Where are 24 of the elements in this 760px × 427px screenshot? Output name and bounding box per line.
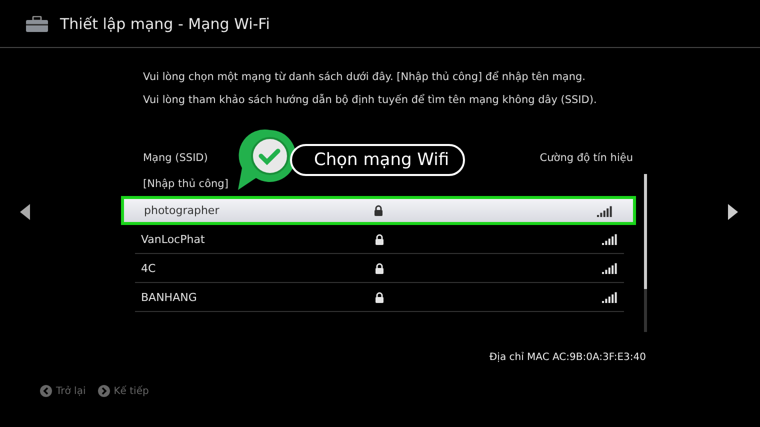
left-arrow-icon[interactable] <box>20 204 30 220</box>
mac-address: Địa chỉ MAC AC:9B:0A:3F:E3:40 <box>489 352 646 363</box>
network-row[interactable]: 4C <box>135 254 624 283</box>
network-name: BANHANG <box>141 290 198 304</box>
network-name: 4C <box>141 262 157 274</box>
instruction-text: Vui lòng chọn một mạng từ danh sách dưới đây. [Nhập thủ công] để nhập tên mạng. <box>143 70 587 85</box>
manual-entry-item[interactable]: [Nhập thủ công] <box>143 178 228 190</box>
window-title: Thiết lập mạng - Mạng Wi-Fi <box>60 14 270 32</box>
network-row[interactable]: BANHANG <box>135 283 624 312</box>
network-name: VanLocPhat <box>141 232 206 246</box>
signal-icon <box>602 262 618 274</box>
column-header: Cường độ tín hiệu <box>540 152 633 164</box>
signal-icon <box>602 291 618 303</box>
network-name: photographer <box>144 204 220 217</box>
scrollbar[interactable] <box>644 174 647 332</box>
callout-label: Chọn mạng Wifi <box>290 144 466 176</box>
column-header: Mạng (SSID) <box>143 152 208 164</box>
right-arrow-icon[interactable] <box>728 204 738 220</box>
signal-icon <box>597 204 613 216</box>
network-row[interactable]: photographer <box>121 196 636 225</box>
signal-icon <box>602 233 618 245</box>
toolbox-icon <box>26 16 48 32</box>
network-row[interactable]: VanLocPhat <box>135 225 624 254</box>
instruction-text: Vui lòng tham khảo sách hướng dẫn bộ định tuyến để tìm tên mạng không dây (SSID). <box>143 92 598 108</box>
